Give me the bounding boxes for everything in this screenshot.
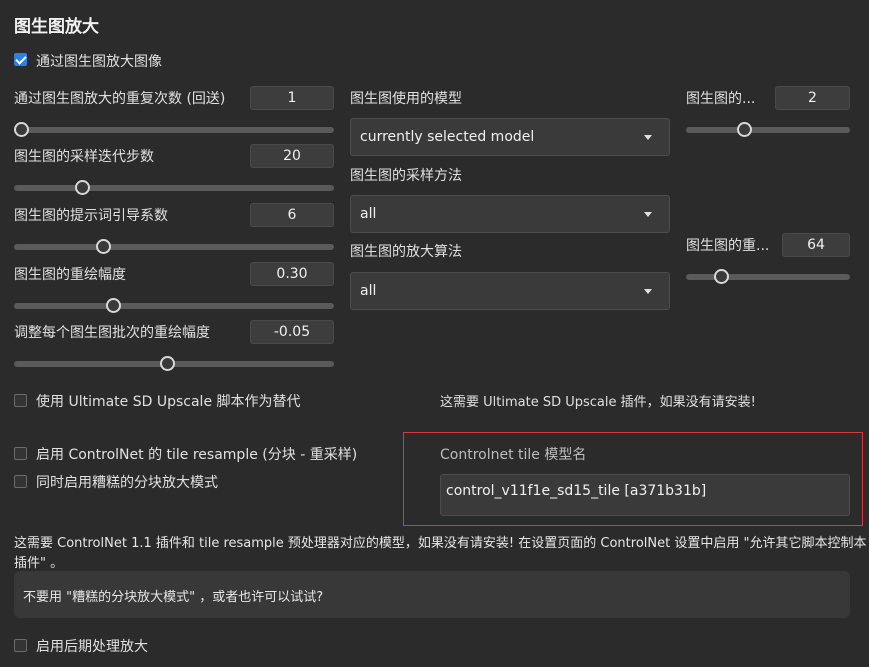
param-label: 调整每个图生图批次的重绘幅度 (14, 325, 210, 341)
right-param-slider-thumb[interactable] (714, 269, 730, 284)
ultimate-upscale-label: 使用 Ultimate SD Upscale 脚本作为替代 (36, 394, 301, 410)
param-slider-thumb[interactable] (105, 298, 121, 313)
controlnet-model-label: Controlnet tile 模型名 (440, 447, 587, 463)
param-slider-track[interactable] (14, 303, 334, 309)
controlnet-tile-label: 启用 ControlNet 的 tile resample (分块 - 重采样) (36, 447, 358, 463)
right-param-number-input[interactable]: 2 (775, 86, 850, 110)
param-slider-thumb[interactable] (160, 356, 176, 371)
enable-upscale-checkbox[interactable] (14, 53, 27, 66)
right-param-label: 图生图的... (686, 91, 756, 107)
param-slider-thumb[interactable] (96, 239, 112, 254)
enable-upscale-label: 通过图生图放大图像 (36, 54, 162, 70)
param-number-input[interactable]: -0.05 (250, 320, 334, 344)
sampler-select-value: all (360, 206, 377, 222)
controlnet-note-line1: 这需要 ControlNet 1.1 插件和 tile resample 预处理… (14, 536, 867, 551)
param-number-input[interactable]: 0.30 (250, 262, 334, 286)
param-label: 图生图的提示词引导系数 (14, 208, 168, 224)
right-param-slider-track[interactable] (686, 127, 850, 133)
param-slider-thumb[interactable] (75, 180, 90, 195)
param-slider-track[interactable] (14, 127, 334, 133)
tip-text: 不要用 "糟糕的分块放大模式" ，或者也许可以试试? (23, 590, 324, 605)
controlnet-note: 这需要 ControlNet 1.1 插件和 tile resample 预处理… (14, 534, 867, 574)
chevron-down-icon (644, 289, 652, 294)
param-slider-thumb[interactable] (14, 122, 29, 137)
model-select[interactable]: currently selected model (350, 118, 670, 156)
upscaler-select[interactable]: all (350, 272, 670, 310)
param-number-input[interactable]: 20 (250, 144, 334, 168)
sampler-select[interactable]: all (350, 195, 670, 233)
postprocess-label: 启用后期处理放大 (36, 639, 148, 655)
param-slider-track[interactable] (14, 244, 334, 250)
model-select-label: 图生图使用的模型 (350, 91, 462, 107)
controlnet-tile-checkbox[interactable] (14, 447, 27, 460)
param-number-input[interactable]: 1 (250, 86, 334, 110)
chevron-down-icon (644, 135, 652, 140)
right-param-number-input[interactable]: 64 (782, 233, 850, 257)
param-label: 图生图的采样迭代步数 (14, 149, 154, 165)
param-number-input[interactable]: 6 (250, 203, 334, 227)
upscaler-select-label: 图生图的放大算法 (350, 244, 462, 260)
controlnet-model-input[interactable]: control_v11f1e_sd15_tile [a371b31b] (440, 474, 850, 516)
controlnet-model-value: control_v11f1e_sd15_tile [a371b31b] (446, 483, 707, 499)
ultimate-upscale-checkbox[interactable] (14, 394, 27, 407)
postprocess-checkbox[interactable] (14, 639, 27, 652)
sampler-select-label: 图生图的采样方法 (350, 168, 462, 184)
ultimate-upscale-note: 这需要 Ultimate SD Upscale 插件，如果没有请安装! (440, 395, 756, 410)
model-select-value: currently selected model (360, 129, 535, 145)
param-slider-track[interactable] (14, 185, 334, 191)
right-param-slider-thumb[interactable] (736, 122, 752, 137)
right-param-slider-track[interactable] (686, 274, 850, 280)
section-title: 图生图放大 (14, 17, 99, 37)
right-param-label: 图生图的重... (686, 238, 770, 254)
tip-box: 不要用 "糟糕的分块放大模式" ，或者也许可以试试? (14, 571, 850, 618)
chevron-down-icon (644, 212, 652, 217)
rough-tile-checkbox[interactable] (14, 475, 27, 488)
param-label: 通过图生图放大的重复次数 (回送) (14, 91, 226, 107)
rough-tile-label: 同时启用糟糕的分块放大模式 (36, 475, 218, 491)
upscaler-select-value: all (360, 283, 377, 299)
param-label: 图生图的重绘幅度 (14, 267, 126, 283)
